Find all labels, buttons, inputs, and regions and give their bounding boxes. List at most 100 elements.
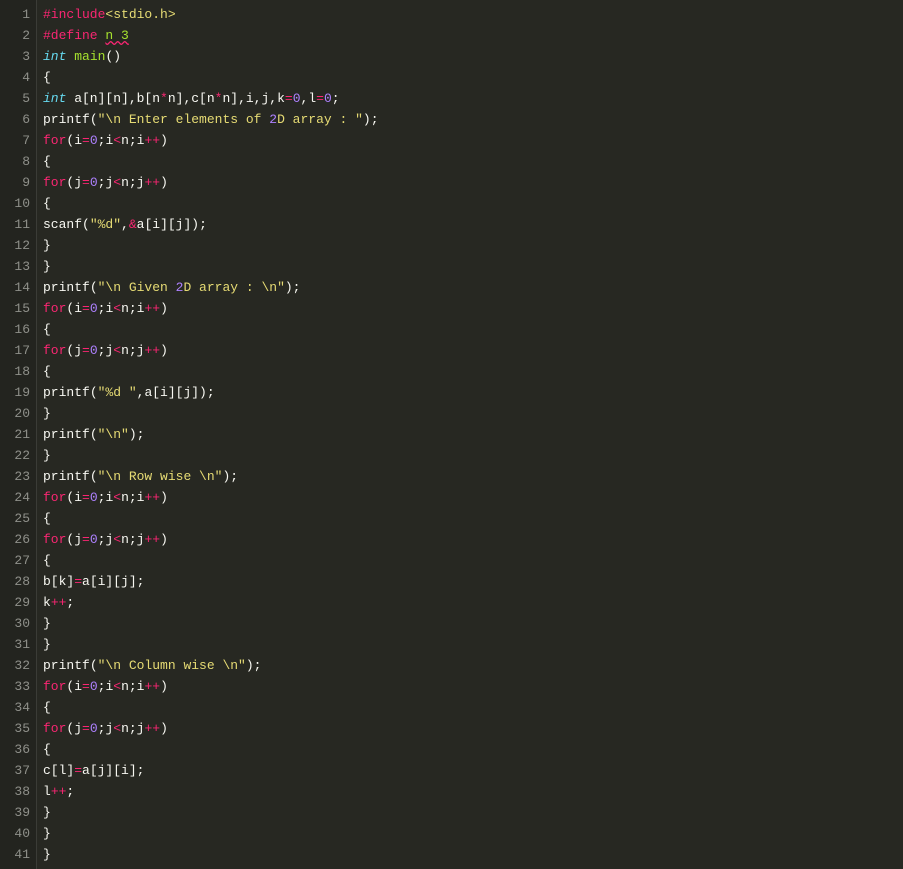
code-line[interactable]: { (43, 361, 903, 382)
code-line[interactable]: } (43, 634, 903, 655)
code-token: n;i (121, 301, 144, 316)
line-number: 24 (4, 487, 30, 508)
code-token: } (43, 637, 51, 652)
code-token: main (74, 49, 105, 64)
code-token: ,l (301, 91, 317, 106)
line-number: 31 (4, 634, 30, 655)
code-token: ( (90, 385, 98, 400)
code-line[interactable]: { (43, 739, 903, 760)
code-line[interactable]: #define n 3 (43, 25, 903, 46)
code-token: ) (160, 133, 168, 148)
code-token: ++ (144, 343, 160, 358)
line-number: 17 (4, 340, 30, 361)
code-token: ( (82, 217, 90, 232)
code-token: ); (222, 469, 238, 484)
code-token: { (43, 511, 51, 526)
code-line[interactable]: } (43, 802, 903, 823)
code-editor[interactable]: 1234567891011121314151617181920212223242… (0, 0, 903, 869)
code-token: k (43, 595, 51, 610)
code-line[interactable]: printf("%d ",a[i][j]); (43, 382, 903, 403)
code-token: } (43, 847, 51, 862)
code-line[interactable]: for(j=0;j<n;j++) (43, 529, 903, 550)
code-line[interactable]: printf("\n Row wise \n"); (43, 466, 903, 487)
code-token: * (160, 91, 168, 106)
code-token: } (43, 616, 51, 631)
code-line[interactable]: for(i=0;i<n;i++) (43, 130, 903, 151)
code-token: n],i,j,k (222, 91, 284, 106)
code-line[interactable]: int a[n][n],b[n*n],c[n*n],i,j,k=0,l=0; (43, 88, 903, 109)
code-token: D array : \n" (183, 280, 284, 295)
code-token: "\n Row wise \n" (98, 469, 223, 484)
code-line[interactable]: { (43, 193, 903, 214)
code-line[interactable]: int main() (43, 46, 903, 67)
line-number: 10 (4, 193, 30, 214)
code-line[interactable]: printf("\n Given 2D array : \n"); (43, 277, 903, 298)
code-line[interactable]: { (43, 508, 903, 529)
code-line[interactable]: printf("\n Enter elements of 2D array : … (43, 109, 903, 130)
code-token: ;i (98, 133, 114, 148)
code-line[interactable]: } (43, 235, 903, 256)
code-area[interactable]: #include<stdio.h>#define n 3int main(){i… (37, 0, 903, 869)
code-line[interactable]: k++; (43, 592, 903, 613)
code-token: (i (66, 490, 82, 505)
code-line[interactable]: } (43, 256, 903, 277)
code-token: ) (160, 721, 168, 736)
code-token: < (113, 343, 121, 358)
code-line[interactable]: { (43, 151, 903, 172)
code-line[interactable]: } (43, 823, 903, 844)
code-line[interactable]: for(j=0;j<n;j++) (43, 340, 903, 361)
code-line[interactable]: #include<stdio.h> (43, 4, 903, 25)
code-token: n;j (121, 175, 144, 190)
code-token: { (43, 700, 51, 715)
code-token: ); (246, 658, 262, 673)
code-line[interactable]: for(j=0;j<n;j++) (43, 718, 903, 739)
code-token: (j (66, 721, 82, 736)
code-token: = (316, 91, 324, 106)
code-line[interactable]: for(i=0;i<n;i++) (43, 676, 903, 697)
line-number: 22 (4, 445, 30, 466)
code-line[interactable]: printf("\n"); (43, 424, 903, 445)
code-token: for (43, 301, 66, 316)
code-line[interactable]: for(j=0;j<n;j++) (43, 172, 903, 193)
code-line[interactable]: for(i=0;i<n;i++) (43, 487, 903, 508)
code-line[interactable]: { (43, 697, 903, 718)
code-line[interactable]: { (43, 319, 903, 340)
code-token: printf (43, 427, 90, 442)
code-token: "\n Enter elements of (98, 112, 270, 127)
line-number: 41 (4, 844, 30, 865)
code-token: a[j][i]; (82, 763, 144, 778)
code-token: ++ (144, 721, 160, 736)
line-number: 30 (4, 613, 30, 634)
code-token: 0 (90, 532, 98, 547)
line-number: 26 (4, 529, 30, 550)
code-token: n;j (121, 343, 144, 358)
code-token: ( (90, 280, 98, 295)
line-number: 36 (4, 739, 30, 760)
code-line[interactable]: } (43, 403, 903, 424)
code-token: ) (160, 679, 168, 694)
code-token: { (43, 553, 51, 568)
line-number: 1 (4, 4, 30, 25)
code-line[interactable]: { (43, 550, 903, 571)
code-token: c[l] (43, 763, 74, 778)
code-line[interactable]: b[k]=a[i][j]; (43, 571, 903, 592)
code-line[interactable]: } (43, 613, 903, 634)
code-token: = (82, 343, 90, 358)
code-line[interactable]: } (43, 844, 903, 865)
code-token: () (105, 49, 121, 64)
code-line[interactable]: for(i=0;i<n;i++) (43, 298, 903, 319)
code-token: a[n][n],b[n (66, 91, 160, 106)
code-token: { (43, 322, 51, 337)
code-token: l (43, 784, 51, 799)
code-token: (j (66, 532, 82, 547)
code-line[interactable]: printf("\n Column wise \n"); (43, 655, 903, 676)
code-line[interactable]: { (43, 67, 903, 88)
code-token: 0 (90, 679, 98, 694)
code-line[interactable]: c[l]=a[j][i]; (43, 760, 903, 781)
code-line[interactable]: } (43, 445, 903, 466)
code-line[interactable]: scanf("%d",&a[i][j]); (43, 214, 903, 235)
code-line[interactable]: l++; (43, 781, 903, 802)
code-token: n;i (121, 679, 144, 694)
line-number: 14 (4, 277, 30, 298)
line-number: 20 (4, 403, 30, 424)
